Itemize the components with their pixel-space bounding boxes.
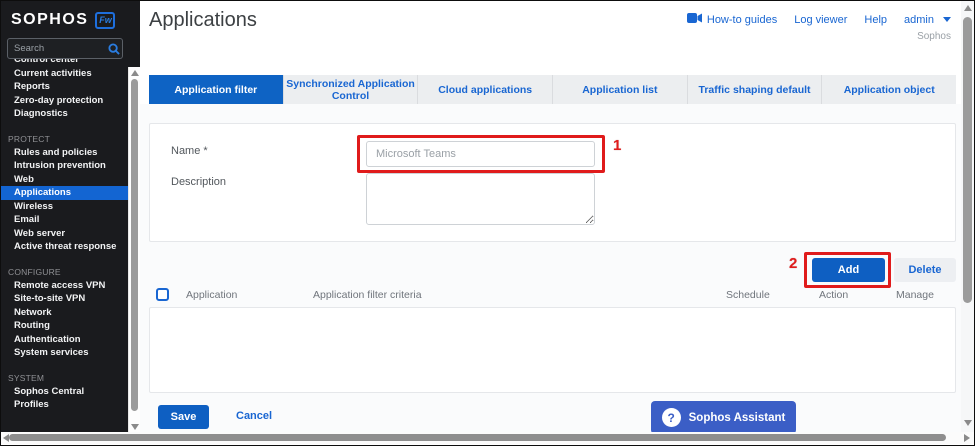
sidebar-item-email[interactable]: Email: [1, 213, 140, 227]
admin-label: admin: [904, 14, 934, 26]
tab-synchronized-application-control[interactable]: Synchronized Application Control: [284, 75, 419, 104]
sophos-logo: SOPHOS: [11, 11, 88, 29]
sidebar-item-intrusion-prevention[interactable]: Intrusion prevention: [1, 159, 140, 173]
sidebar-section-title: SYSTEM: [1, 372, 140, 385]
column-header-action: Action: [819, 289, 848, 301]
annotation-step-2: 2: [789, 255, 797, 272]
sidebar-item-system-services[interactable]: System services: [1, 346, 140, 360]
howto-guides-label: How-to guides: [707, 14, 777, 26]
main-scrollbar-thumb[interactable]: [963, 17, 972, 303]
sidebar-section-title: PROTECT: [1, 133, 140, 146]
tab-application-filter[interactable]: Application filter: [149, 75, 284, 104]
sidebar-item-diagnostics[interactable]: Diagnostics: [1, 107, 140, 121]
chevron-down-icon: [943, 17, 951, 22]
column-header-manage: Manage: [896, 289, 934, 301]
scroll-right-icon[interactable]: [964, 434, 970, 442]
add-button[interactable]: Add: [812, 258, 885, 282]
cancel-button[interactable]: Cancel: [236, 410, 272, 422]
sidebar-scrollbar[interactable]: [128, 67, 140, 433]
log-viewer-link[interactable]: Log viewer: [794, 14, 847, 26]
description-label: Description: [171, 176, 226, 188]
sidebar-item-authentication[interactable]: Authentication: [1, 333, 140, 347]
horizontal-scrollbar[interactable]: [1, 432, 974, 444]
sidebar-nav: MONITOR & ANALYZEControl centerCurrent a…: [1, 29, 140, 412]
sophos-assistant-button[interactable]: ? Sophos Assistant: [651, 401, 796, 434]
sidebar-search[interactable]: [7, 38, 123, 59]
filter-table-body: [149, 307, 956, 393]
scroll-up-icon[interactable]: [131, 70, 139, 76]
scroll-up-icon[interactable]: [964, 5, 972, 11]
tab-application-object[interactable]: Application object: [822, 75, 956, 104]
org-label: Sophos: [917, 31, 951, 42]
sidebar-scrollbar-thumb[interactable]: [131, 79, 138, 411]
sidebar-item-remote-access-vpn[interactable]: Remote access VPN: [1, 279, 140, 293]
description-textarea[interactable]: [366, 173, 595, 225]
column-header-filter-criteria: Application filter criteria: [313, 289, 422, 301]
column-header-schedule: Schedule: [726, 289, 770, 301]
sidebar-item-web-server[interactable]: Web server: [1, 227, 140, 241]
name-input[interactable]: [366, 141, 595, 167]
sidebar-item-rules-and-policies[interactable]: Rules and policies: [1, 146, 140, 160]
search-icon[interactable]: [106, 43, 122, 55]
sidebar-item-applications[interactable]: Applications: [1, 186, 140, 200]
tab-application-list[interactable]: Application list: [553, 75, 688, 104]
firewall-badge: Fw: [95, 12, 115, 29]
screenshot-root: SOPHOS Fw MONITOR & ANALYZEControl cente…: [0, 0, 975, 446]
sidebar: SOPHOS Fw MONITOR & ANALYZEControl cente…: [1, 1, 140, 432]
delete-button[interactable]: Delete: [894, 258, 956, 282]
main-content: Applications How-to guides Log viewer He…: [140, 1, 961, 432]
name-label: Name *: [171, 145, 208, 157]
header-links: How-to guides Log viewer Help admin: [687, 13, 951, 26]
sidebar-item-current-activities[interactable]: Current activities: [1, 67, 140, 81]
scroll-down-icon[interactable]: [131, 424, 139, 430]
logo-row: SOPHOS Fw: [1, 1, 140, 29]
sidebar-item-active-threat-response[interactable]: Active threat response: [1, 240, 140, 254]
question-bubble-icon: ?: [662, 408, 681, 427]
main-vertical-scrollbar[interactable]: [961, 1, 974, 432]
tab-bar: Application filter Synchronized Applicat…: [149, 75, 956, 104]
scroll-down-icon[interactable]: [964, 420, 972, 426]
howto-guides-link[interactable]: How-to guides: [687, 13, 777, 26]
sidebar-item-site-to-site-vpn[interactable]: Site-to-site VPN: [1, 292, 140, 306]
sidebar-item-profiles[interactable]: Profiles: [1, 398, 140, 412]
select-all-checkbox[interactable]: [156, 288, 169, 301]
column-header-application: Application: [186, 289, 237, 301]
admin-menu[interactable]: admin: [904, 14, 951, 26]
video-camera-icon: [687, 13, 702, 26]
sidebar-item-wireless[interactable]: Wireless: [1, 200, 140, 214]
page-title: Applications: [149, 9, 257, 32]
help-label: Help: [864, 14, 887, 26]
filter-form-panel: Name * 1 Description: [149, 123, 956, 242]
annotation-step-1: 1: [613, 137, 621, 154]
horizontal-scrollbar-thumb[interactable]: [9, 434, 946, 441]
tab-cloud-applications[interactable]: Cloud applications: [418, 75, 553, 104]
sidebar-section-title: CONFIGURE: [1, 266, 140, 279]
help-link[interactable]: Help: [864, 14, 887, 26]
save-button[interactable]: Save: [158, 405, 209, 429]
log-viewer-label: Log viewer: [794, 14, 847, 26]
sidebar-item-sophos-central[interactable]: Sophos Central: [1, 385, 140, 399]
sidebar-item-zero-day-protection[interactable]: Zero-day protection: [1, 94, 140, 108]
sidebar-item-reports[interactable]: Reports: [1, 80, 140, 94]
tab-traffic-shaping-default[interactable]: Traffic shaping default: [688, 75, 823, 104]
sophos-assistant-label: Sophos Assistant: [689, 412, 786, 424]
sidebar-item-web[interactable]: Web: [1, 173, 140, 187]
sidebar-item-routing[interactable]: Routing: [1, 319, 140, 333]
sidebar-item-network[interactable]: Network: [1, 306, 140, 320]
search-input[interactable]: [8, 43, 106, 54]
